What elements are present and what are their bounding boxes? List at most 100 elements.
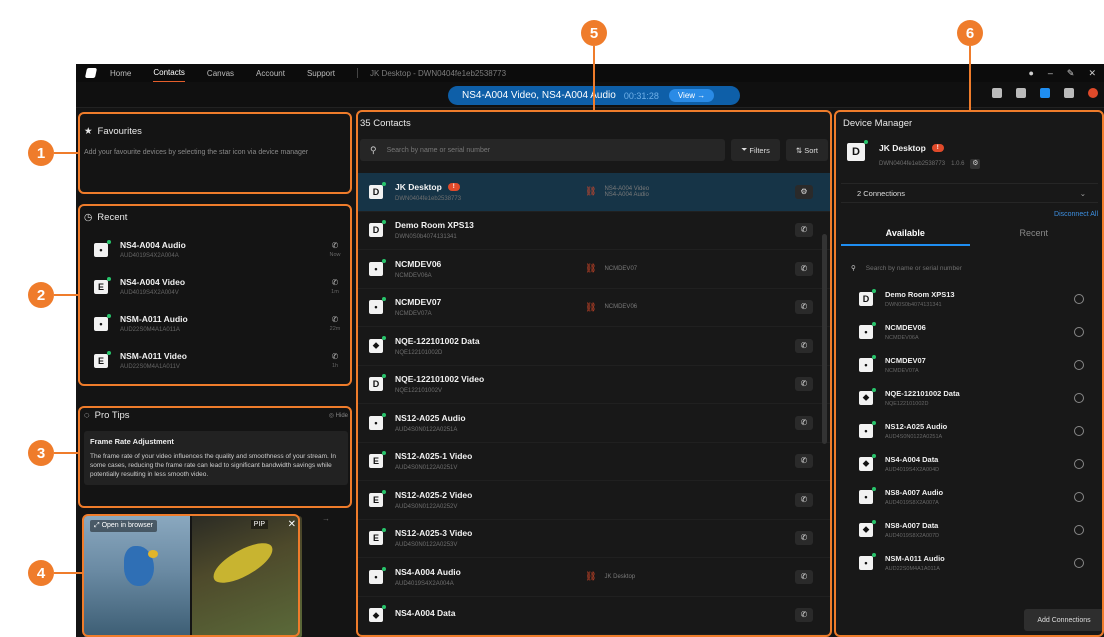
available-device-item[interactable]: • NCMDEV06 NCMDEV06A — [841, 315, 1098, 348]
filters-button[interactable]: ⏷ Filters — [731, 139, 780, 161]
microphone-icon[interactable] — [1016, 88, 1026, 98]
contact-row[interactable]: ⬥ NQE-122101002 Data NQE122101002D ✆ — [357, 327, 831, 366]
call-button[interactable]: ✆ 1m — [322, 278, 348, 295]
pro-tips-panel: ◌ Pro Tips ◎ Hide Frame Rate Adjustment T… — [80, 404, 352, 504]
device-search-input[interactable]: ⚲ Search by name or serial number — [841, 258, 1098, 278]
recent-item[interactable]: • NS4-A004 Audio AUD4019S4X2A004A ✆ Now — [84, 231, 348, 268]
disconnect-all-link[interactable]: Disconnect All — [841, 211, 1098, 218]
contact-row[interactable]: E NS12-A025-2 Video AUD4S0N0122A0252V ✆ — [357, 481, 831, 520]
tab-recent[interactable]: Recent — [970, 228, 1099, 246]
warning-badge: ! — [931, 144, 944, 152]
call-button[interactable]: ✆ — [795, 300, 813, 315]
select-radio[interactable] — [1074, 392, 1084, 403]
camera-icon[interactable] — [992, 88, 1002, 98]
available-device-item[interactable]: ⬥ NQE-122101002 Data NQE122101002D — [841, 381, 1098, 414]
call-button[interactable]: ✆ — [795, 531, 813, 546]
app-window: Home Contacts Canvas Account Support JK … — [76, 64, 1104, 637]
view-call-button[interactable]: View → — [668, 89, 715, 102]
available-device-item[interactable]: • NS12-A025 Audio AUD4S0N0122A0251A — [841, 414, 1098, 447]
select-radio[interactable] — [1074, 359, 1084, 370]
chevron-down-icon: ⌄ — [1079, 188, 1086, 198]
call-button[interactable]: ✆ — [795, 415, 813, 430]
contact-name: NS12-A025-3 Video — [395, 528, 473, 539]
call-button[interactable]: ✆ — [795, 377, 813, 392]
device-type-icon: E — [369, 451, 386, 469]
select-radio[interactable] — [1074, 524, 1084, 535]
call-button[interactable]: ✆ — [795, 569, 813, 584]
call-button[interactable]: ✆ — [795, 223, 813, 238]
recent-item[interactable]: E NS4-A004 Video AUD4019S4X2A004V ✆ 1m — [84, 268, 348, 305]
contact-row[interactable]: D NQE-122101002 Video NQE122101002V ✆ — [357, 366, 831, 404]
minimize-icon[interactable]: – — [1048, 68, 1053, 79]
video-preview[interactable]: ⤢ Open in browser PIP ✕ — [84, 516, 302, 637]
sort-button[interactable]: ⇅ Sort — [785, 139, 828, 161]
call-button[interactable]: ✆ 22m — [322, 315, 348, 332]
available-device-item[interactable]: • NCMDEV07 NCMDEV07A — [841, 348, 1098, 381]
contact-row[interactable]: D JK Desktop! DWN0404fe1eb2538773 ⛓ NS4-A004… — [357, 173, 831, 212]
available-device-item[interactable]: • NS8-A007 Audio AUD4019S8X2A007A — [841, 480, 1098, 513]
gear-icon[interactable]: ⚙ — [970, 159, 981, 169]
select-radio[interactable] — [1074, 425, 1084, 436]
available-device-item[interactable]: ⬥ NS4-A004 Data AUD4019S4X2A004D — [841, 447, 1098, 480]
device-name: NS8-A007 Audio — [885, 487, 944, 497]
contact-row[interactable]: • NCMDEV07 NCMDEV07A ⛓ NCMDEV06 ✆ — [357, 289, 831, 327]
recent-item[interactable]: E NSM-A011 Video AUD22S0M4A1A011V ✆ 1h — [84, 342, 348, 379]
contact-row[interactable]: • NS12-A025 Audio AUD4S0N0122A0251A ✆ — [357, 404, 831, 443]
contacts-scrollbar[interactable] — [822, 234, 827, 444]
close-window-icon[interactable]: ✕ — [1088, 68, 1096, 79]
layout-icon[interactable] — [1064, 88, 1074, 98]
device-serial: AUD4019S8X2A007A — [885, 499, 939, 506]
connections-dropdown[interactable]: 2 Connections ⌄ — [841, 183, 1098, 203]
recent-item-name: NS4-A004 Video — [120, 277, 186, 287]
tab-available[interactable]: Available — [841, 228, 970, 246]
lightbulb-icon: ◌ — [84, 410, 90, 421]
select-radio[interactable] — [1074, 293, 1084, 304]
select-radio[interactable] — [1074, 491, 1084, 502]
menu-support[interactable]: Support — [307, 65, 335, 82]
call-button[interactable]: ⚙ — [795, 184, 813, 199]
hang-up-icon[interactable] — [1088, 88, 1098, 98]
hide-tips-button[interactable]: ◎ Hide — [329, 412, 348, 419]
device-type-icon: • — [369, 297, 386, 315]
available-device-item[interactable]: ⬥ NS8-A007 Data AUD4019S8X2A007D — [841, 513, 1098, 546]
arrow-right-icon[interactable]: → — [322, 514, 330, 523]
contact-row[interactable]: • NS4-A004 Audio AUD4019S4X2A004A ⛓ JK Deskt… — [357, 558, 831, 597]
call-button[interactable]: ✆ 1h — [322, 352, 348, 369]
menu-account[interactable]: Account — [256, 65, 285, 82]
call-button[interactable]: ✆ — [795, 454, 813, 469]
recent-item-time: 1h — [331, 363, 339, 369]
contact-row[interactable]: E NS12-A025-1 Video AUD4S0N0122A0251V ✆ — [357, 443, 831, 481]
open-in-browser-button[interactable]: ⤢ Open in browser — [90, 520, 157, 532]
device-serial: AUD22S0M4A1A011A — [885, 565, 940, 572]
recent-item[interactable]: • NSM-A011 Audio AUD22S0M4A1A011A ✆ 22m — [84, 305, 348, 342]
linked-devices: NS4-A004 Video NS4-A004 Audio — [604, 185, 650, 198]
device-type-icon: • — [859, 486, 876, 504]
available-device-item[interactable]: D Demo Room XPS13 DWN0S0b4074131341 — [841, 282, 1098, 315]
device-type-icon: E — [94, 350, 111, 368]
pip-button[interactable]: PIP — [250, 520, 268, 529]
call-button[interactable]: ✆ — [795, 338, 813, 353]
pin-icon[interactable]: ✎ — [1067, 68, 1075, 79]
contact-row[interactable]: • NCMDEV06 NCMDEV06A ⛓ NCMDEV07 ✆ — [357, 250, 831, 289]
add-connections-button[interactable]: Add Connections — [1024, 609, 1104, 631]
contact-row[interactable]: D Demo Room XPS13 DWN0S0b4074131341 ✆ — [357, 212, 831, 250]
call-button[interactable]: ✆ — [795, 492, 813, 507]
menu-home[interactable]: Home — [110, 65, 131, 82]
menu-canvas[interactable]: Canvas — [207, 65, 234, 82]
call-button[interactable]: ✆ — [795, 608, 813, 623]
select-radio[interactable] — [1074, 458, 1084, 469]
available-device-item[interactable]: • NSM-A011 Audio AUD22S0M4A1A011A — [841, 546, 1098, 579]
select-radio[interactable] — [1074, 557, 1084, 568]
contact-row[interactable]: E NS12-A025-3 Video AUD4S0N0122A0253V ✆ — [357, 520, 831, 558]
callout-6: 6 — [957, 20, 983, 46]
call-button[interactable]: ✆ — [795, 261, 813, 276]
device-type-icon: ⬥ — [859, 519, 876, 537]
select-radio[interactable] — [1074, 326, 1084, 337]
recent-title: Recent — [97, 212, 128, 223]
call-button[interactable]: ✆ Now — [322, 241, 348, 258]
screen-share-icon[interactable] — [1040, 88, 1050, 98]
menu-contacts[interactable]: Contacts — [153, 64, 185, 83]
contact-row[interactable]: ⬥ NS4-A004 Data ✆ — [357, 597, 831, 635]
close-preview-icon[interactable]: ✕ — [288, 519, 296, 530]
contacts-search-input[interactable]: ⚲ Search by name or serial number — [360, 139, 726, 161]
